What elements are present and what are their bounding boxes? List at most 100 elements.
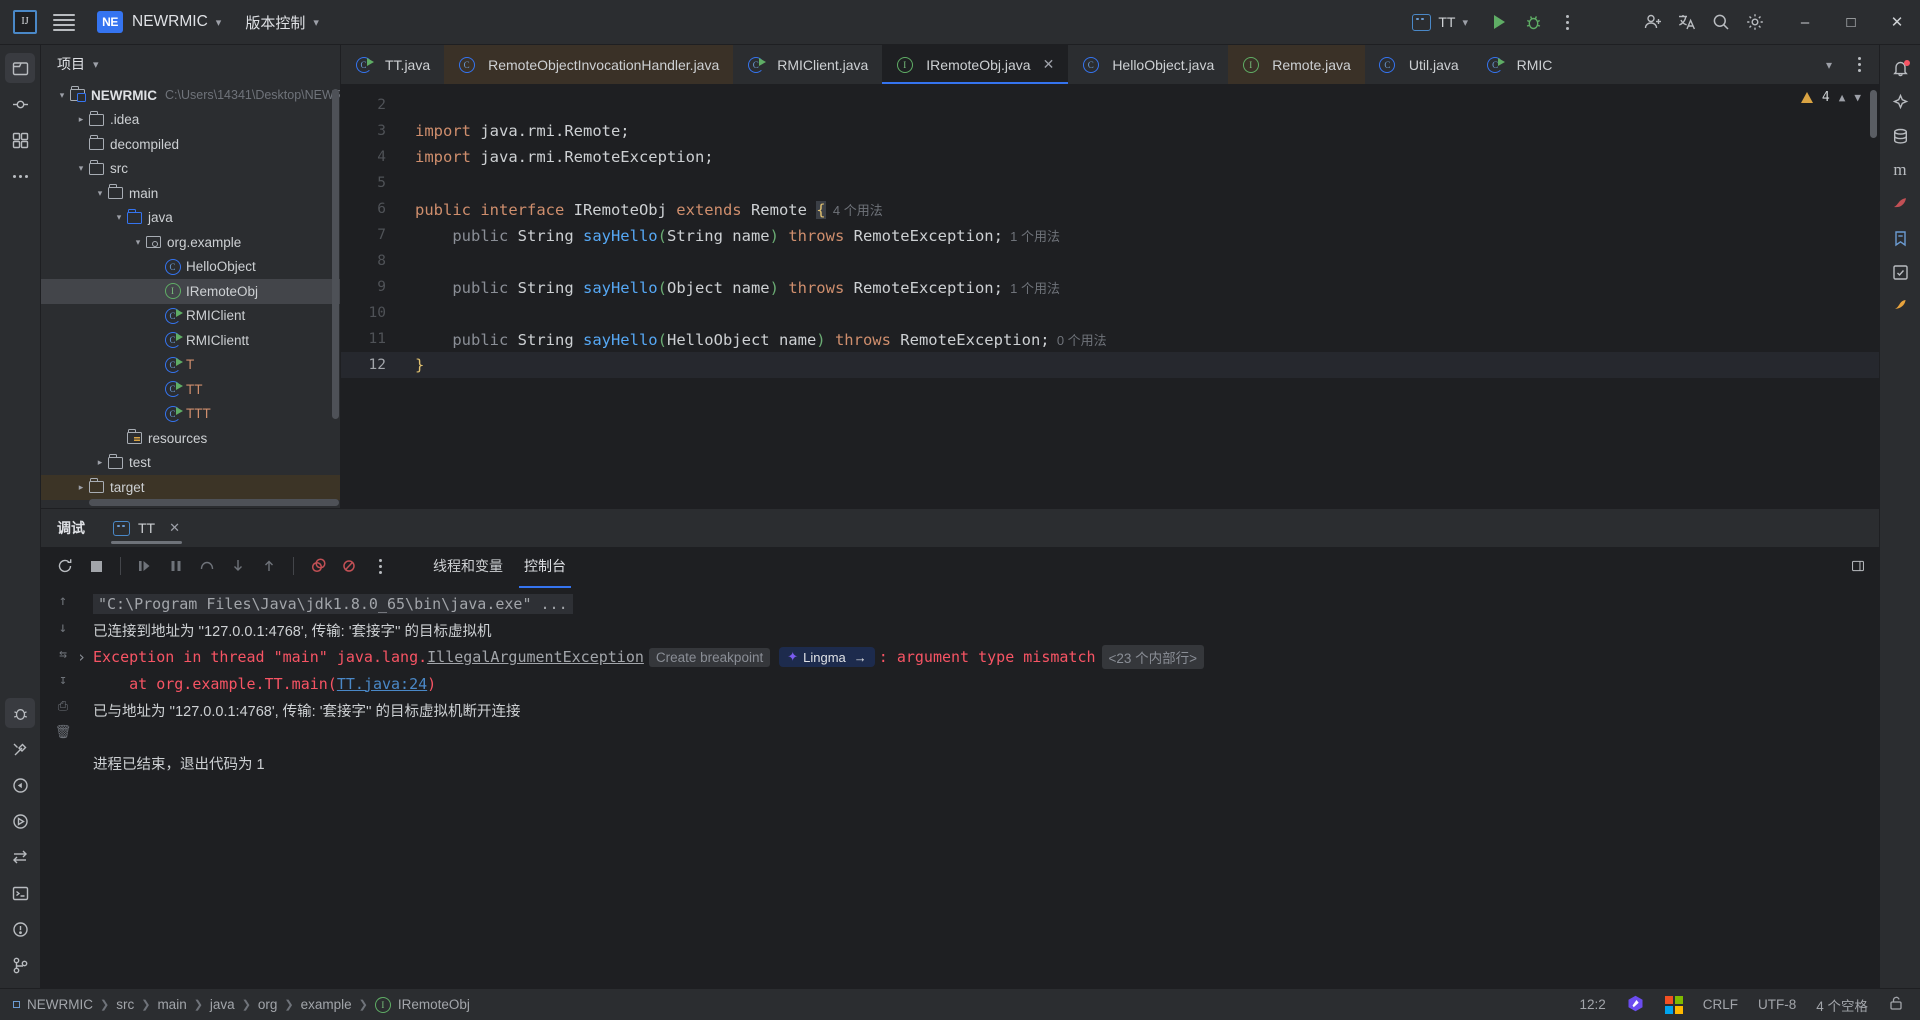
problems-tool-window-icon[interactable] xyxy=(5,914,35,944)
endpoints-tool-window-icon[interactable] xyxy=(5,842,35,872)
expand-arrow-icon[interactable]: › xyxy=(77,648,86,666)
code-line[interactable]: 4 import java.rmi.RemoteException; xyxy=(341,144,1879,170)
windows-defender-icon[interactable] xyxy=(1664,995,1683,1014)
project-tree-hscrollbar[interactable] xyxy=(89,499,339,506)
tree-item-main[interactable]: ▾ main xyxy=(41,181,340,206)
translate-icon[interactable] xyxy=(1670,5,1704,39)
breadcrumb-item[interactable]: NEWRMIC xyxy=(27,997,93,1012)
print-icon[interactable]: ⎙ xyxy=(58,699,68,714)
terminal-tool-window-icon[interactable] xyxy=(5,878,35,908)
pause-icon[interactable] xyxy=(162,552,190,580)
minimize-button[interactable]: – xyxy=(1782,0,1828,45)
services-tool-window-icon[interactable] xyxy=(5,770,35,800)
step-into-icon[interactable] xyxy=(224,552,252,580)
view-breakpoints-icon[interactable] xyxy=(304,552,332,580)
code-line[interactable]: 2 xyxy=(341,92,1879,118)
chevron-right-icon[interactable]: ▸ xyxy=(74,482,88,493)
console-output[interactable]: ↑ ↓ ⇆ ↧ ⎙ 🗑 "C:\Program Files\Java\jdk1.… xyxy=(41,585,1879,988)
chevron-down-icon[interactable]: ▾ xyxy=(131,237,145,248)
tree-item-tt[interactable]: C TT xyxy=(41,377,340,402)
code-line[interactable]: 12} xyxy=(341,352,1879,378)
tree-item-ttt[interactable]: C TTT xyxy=(41,402,340,427)
editor-tab-rmiclient-java[interactable]: C RMIClient.java xyxy=(733,45,882,84)
stack-frame-link[interactable]: TT.java:24 xyxy=(337,675,427,693)
breadcrumb-item[interactable]: main xyxy=(157,997,186,1012)
version-control-tool-window-icon[interactable] xyxy=(5,950,35,980)
settings-icon[interactable] xyxy=(1738,5,1772,39)
tree-item--idea[interactable]: ▸ .idea xyxy=(41,108,340,133)
step-out-icon[interactable] xyxy=(255,552,283,580)
layout-settings-icon[interactable] xyxy=(1851,552,1879,580)
code-line[interactable]: 6 public interface IRemoteObj extends Rem… xyxy=(341,196,1879,222)
chevron-down-icon[interactable]: ▾ xyxy=(93,188,107,199)
chevron-down-icon[interactable]: ▾ xyxy=(1815,51,1843,79)
tree-item-org-example[interactable]: ▾ org.example xyxy=(41,230,340,255)
tree-item-iremoteobj[interactable]: I IRemoteObj xyxy=(41,279,340,304)
editor-tab-remoteobjectinvocationhandler-java[interactable]: C RemoteObjectInvocationHandler.java xyxy=(444,45,734,84)
editor-tab-tt-java[interactable]: C TT.java xyxy=(341,45,444,84)
breadcrumb-item[interactable]: src xyxy=(116,997,134,1012)
editor-tab-util-java[interactable]: C Util.java xyxy=(1365,45,1473,84)
search-icon[interactable] xyxy=(1704,5,1738,39)
file-encoding[interactable]: UTF-8 xyxy=(1758,997,1796,1012)
maximize-button[interactable]: □ xyxy=(1828,0,1874,45)
mute-breakpoints-icon[interactable] xyxy=(335,552,363,580)
editor-tab-iremoteobj-java[interactable]: I IRemoteObj.java ✕ xyxy=(882,45,1069,84)
code-line[interactable]: 5 xyxy=(341,170,1879,196)
tab-console[interactable]: 控制台 xyxy=(515,552,575,588)
structure-tool-window-icon[interactable] xyxy=(5,125,35,155)
notifications-icon[interactable] xyxy=(1885,53,1915,83)
resume-icon[interactable] xyxy=(131,552,159,580)
debug-button[interactable] xyxy=(1516,5,1550,39)
debug-session-tab[interactable]: TT ✕ xyxy=(103,509,190,547)
close-icon[interactable]: ✕ xyxy=(169,520,180,536)
run-configuration-selector[interactable]: TT ▾ xyxy=(1404,11,1476,34)
caret-position[interactable]: 12:2 xyxy=(1579,997,1605,1012)
scroll-up-icon[interactable]: ↑ xyxy=(59,593,67,609)
tree-item-rmiclient[interactable]: C RMIClient xyxy=(41,304,340,329)
close-icon[interactable]: ✕ xyxy=(1043,56,1055,73)
run-tool-window-icon[interactable] xyxy=(5,806,35,836)
stop-icon[interactable] xyxy=(82,552,110,580)
create-breakpoint-button[interactable]: Create breakpoint xyxy=(648,647,771,667)
project-tool-window-icon[interactable] xyxy=(5,53,35,83)
hamburger-menu-icon[interactable] xyxy=(53,11,75,33)
breadcrumb[interactable]: NEWRMIC ❯ src ❯ main ❯ java ❯ org ❯ example ❯ I IRemo… xyxy=(0,996,470,1013)
chevron-up-icon[interactable]: ▲ xyxy=(1839,91,1846,104)
tree-item-java[interactable]: ▾ java xyxy=(41,206,340,231)
breadcrumb-item[interactable]: IRemoteObj xyxy=(398,997,470,1012)
code-line[interactable]: 3 import java.rmi.Remote; xyxy=(341,118,1879,144)
exception-class-link[interactable]: IllegalArgumentException xyxy=(427,648,644,666)
maven-icon[interactable]: m xyxy=(1885,155,1915,185)
debug-tool-window-icon[interactable] xyxy=(5,698,35,728)
database-icon[interactable] xyxy=(1885,121,1915,151)
code-line[interactable]: 9 public String sayHello(Object name) th… xyxy=(341,274,1879,300)
share-project-icon[interactable] xyxy=(1636,5,1670,39)
tree-item-newrmic[interactable]: ▾ NEWRMIC C:\Users\14341\Desktop\NEWRM xyxy=(41,83,340,108)
project-tree[interactable]: ▾ NEWRMIC C:\Users\14341\Desktop\NEWRM ▸ .id… xyxy=(41,83,340,508)
vcs-widget[interactable]: 版本控制 ▾ xyxy=(245,12,343,33)
project-selector[interactable]: NE NEWRMIC ▾ xyxy=(97,11,245,33)
close-button[interactable]: ✕ xyxy=(1874,0,1920,45)
build-tool-window-icon[interactable] xyxy=(5,734,35,764)
chevron-down-icon[interactable]: ▾ xyxy=(112,212,126,223)
editor-body[interactable]: 4 ▲ ▼ 2 3 import java.rmi.Remote; 4 import j… xyxy=(341,84,1879,508)
tree-item-t[interactable]: CT xyxy=(41,353,340,378)
breadcrumb-item[interactable]: org xyxy=(258,997,278,1012)
step-over-icon[interactable] xyxy=(193,552,221,580)
code-content[interactable]: 2 3 import java.rmi.Remote; 4 import java.rm… xyxy=(341,84,1879,508)
scroll-to-end-icon[interactable]: ↧ xyxy=(59,673,67,688)
plugins-icon[interactable] xyxy=(1885,291,1915,321)
lingma-icon[interactable] xyxy=(1626,994,1645,1016)
lingma-action-button[interactable]: ✦ Lingma → xyxy=(779,647,875,668)
more-tool-windows-icon[interactable] xyxy=(5,161,35,191)
collapsed-frames-badge[interactable]: <23 个内部行> xyxy=(1101,645,1205,670)
scroll-down-icon[interactable]: ↓ xyxy=(59,620,67,636)
more-icon[interactable] xyxy=(1845,51,1873,79)
editor-tab-remote-java[interactable]: I Remote.java xyxy=(1228,45,1365,84)
line-separator[interactable]: CRLF xyxy=(1703,997,1738,1012)
editor-scrollbar[interactable] xyxy=(1868,84,1879,508)
soft-wrap-icon[interactable]: ⇆ xyxy=(59,647,67,662)
indent-setting[interactable]: 4 个空格 xyxy=(1816,995,1868,1015)
code-line[interactable]: 11 public String sayHello(HelloObject na… xyxy=(341,326,1879,352)
